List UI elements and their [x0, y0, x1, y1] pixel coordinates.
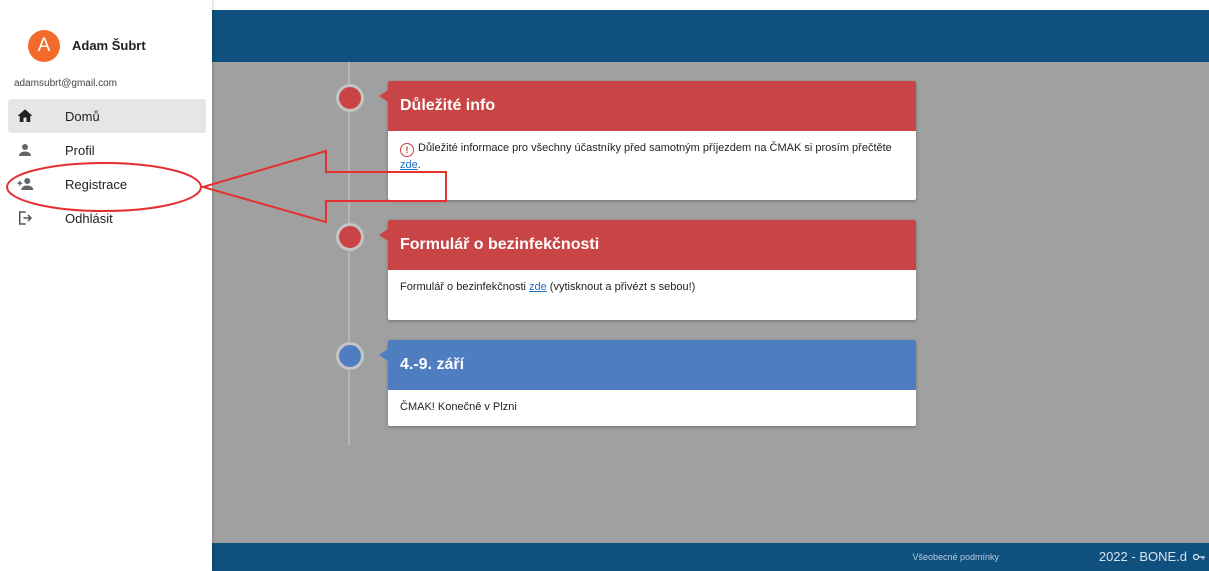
navigation-drawer: A Adam Šubrt adamsubrt@gmail.com Domů Pr… — [0, 0, 212, 571]
nav-item-profile[interactable]: Profil — [8, 133, 206, 167]
nav-item-logout[interactable]: Odhlásit — [8, 201, 206, 235]
nav-item-home[interactable]: Domů — [8, 99, 206, 133]
home-icon — [17, 109, 33, 122]
card-text-part: ČMAK! Konečně v Plzni — [400, 401, 517, 413]
card-title: 4.-9. září — [379, 340, 916, 390]
card-text-part: . — [417, 159, 421, 171]
person-add-icon — [17, 178, 34, 190]
nav-label: Domů — [65, 108, 100, 124]
nav-item-registration[interactable]: Registrace — [8, 167, 206, 201]
terms-link[interactable]: Všeobecné podmínky — [912, 552, 999, 562]
form-link[interactable]: zde — [529, 281, 547, 293]
timeline-card-form: Formulář o bezinfekčnosti Formulář o bez… — [379, 220, 916, 320]
nav-label: Odhlásit — [65, 210, 113, 226]
timeline-card-dates: 4.-9. září ČMAK! Konečně v Plzni — [379, 340, 916, 426]
timeline-dot — [336, 342, 364, 370]
app-footer: Všeobecné podmínky 2022 - BONE.d — [212, 543, 1209, 571]
user-email: adamsubrt@gmail.com — [14, 78, 117, 89]
card-text-part: (vytisknout a přivézt s sebou!) — [546, 281, 696, 293]
user-name: Adam Šubrt — [72, 38, 146, 53]
card-text-part: Důležité informace pro všechny účastníky… — [418, 142, 892, 154]
warning-circle-icon: ! — [400, 143, 414, 157]
card-title: Formulář o bezinfekčnosti — [379, 220, 916, 270]
nav-label: Registrace — [65, 176, 128, 192]
timeline-card-important: Důležité info ! Důležité informace pro vš… — [379, 81, 916, 200]
card-text: ČMAK! Konečně v Plzni — [388, 390, 916, 425]
app-header — [212, 10, 1209, 62]
copyright-text: 2022 - BONE.d — [1098, 549, 1187, 564]
card-text: Formulář o bezinfekčnosti zde (vytisknou… — [388, 270, 916, 305]
important-info-link[interactable]: zde — [400, 159, 418, 171]
avatar[interactable]: A — [28, 30, 60, 62]
card-text-part: Formulář o bezinfekčnosti — [400, 281, 529, 293]
card-title: Důležité info — [379, 81, 916, 131]
nav-list: Domů Profil Registrace Odhlásit — [8, 99, 206, 235]
card-text: ! Důležité informace pro všechny účastník… — [388, 131, 916, 183]
timeline-dot — [336, 223, 364, 251]
timeline-dot — [336, 84, 364, 112]
key-icon — [1193, 553, 1205, 561]
timeline-line — [348, 62, 350, 446]
person-icon — [19, 144, 31, 156]
nav-label: Profil — [65, 142, 95, 158]
logout-icon — [19, 211, 33, 225]
